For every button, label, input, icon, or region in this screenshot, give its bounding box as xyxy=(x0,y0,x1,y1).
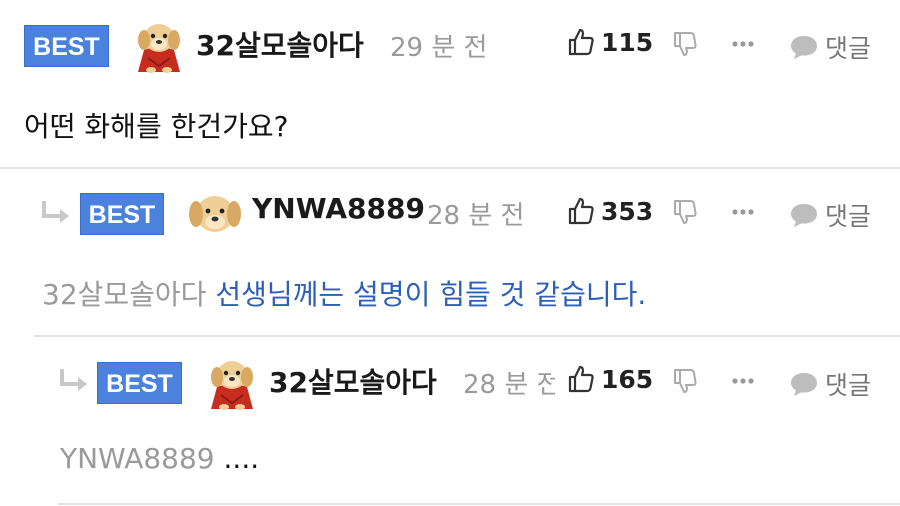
reply-label: 댓글 xyxy=(825,202,872,231)
reply-button[interactable]: 댓글 xyxy=(789,366,871,402)
like-button[interactable]: 165 xyxy=(567,364,653,394)
more-dots-icon xyxy=(732,378,754,384)
more-dots-icon xyxy=(732,209,754,215)
thumbs-up-icon xyxy=(568,365,594,393)
reply-button[interactable]: 댓글 xyxy=(789,29,871,65)
best-badge: BEST xyxy=(24,25,109,67)
reply-label: 댓글 xyxy=(825,371,872,400)
comment-text: YNWA8889 .... xyxy=(60,442,259,475)
like-button[interactable]: 115 xyxy=(567,27,653,57)
timestamp: 28 분 전 xyxy=(427,201,525,231)
mention[interactable]: 32살모솔아다 xyxy=(42,278,206,311)
reply-arrow-icon xyxy=(58,367,92,397)
comment-body: .... xyxy=(223,442,260,475)
timestamp: 29 분 전 xyxy=(390,33,488,63)
more-button[interactable] xyxy=(732,208,754,216)
puppy-in-red-cape-icon xyxy=(211,361,253,410)
thumbs-down-icon xyxy=(674,369,697,393)
puppy-face-icon xyxy=(189,196,241,232)
speech-bubble-icon xyxy=(791,373,817,396)
comment-1: BEST 32살모솔아다 29 분 전 115 댓글 어떤 화해를 한건가요? xyxy=(0,0,900,168)
nickname[interactable]: 32살모솔아다 xyxy=(269,361,437,401)
more-dots-icon xyxy=(732,41,754,47)
like-button[interactable]: 353 xyxy=(567,196,653,226)
like-count: 353 xyxy=(601,196,654,226)
comment-body: 선생님께는 설명이 힘들 것 같습니다. xyxy=(215,278,647,311)
puppy-in-red-cape-icon xyxy=(138,24,180,73)
divider xyxy=(58,503,900,505)
comment-text: 어떤 화해를 한건가요? xyxy=(24,110,289,143)
nickname[interactable]: 32살모솔아다 xyxy=(196,24,364,64)
avatar[interactable] xyxy=(186,184,244,242)
dislike-button[interactable] xyxy=(672,198,698,226)
thumbs-up-icon xyxy=(568,197,594,225)
comment-text: 32살모솔아다 선생님께는 설명이 힘들 것 같습니다. xyxy=(42,273,646,313)
thumbs-up-icon xyxy=(568,28,594,56)
comment-2: BEST YNWA8889 28 분 전 353 댓글 32살모솔아다 선생님께… xyxy=(0,169,900,336)
dislike-button[interactable] xyxy=(672,30,698,58)
speech-bubble-icon xyxy=(791,204,817,227)
thumbs-down-icon xyxy=(674,32,697,56)
comment-actions: 115 댓글 xyxy=(560,0,900,90)
thumbs-down-icon xyxy=(674,200,697,224)
best-badge: BEST xyxy=(97,362,182,404)
mention[interactable]: YNWA8889 xyxy=(60,442,215,475)
like-count: 165 xyxy=(601,364,654,394)
avatar[interactable] xyxy=(203,353,261,411)
comment-actions: 165 댓글 xyxy=(560,337,900,427)
speech-bubble-icon xyxy=(791,36,817,59)
reply-label: 댓글 xyxy=(825,34,872,63)
nickname[interactable]: YNWA8889 xyxy=(252,192,425,225)
more-button[interactable] xyxy=(732,40,754,48)
like-count: 115 xyxy=(601,27,654,57)
reply-button[interactable]: 댓글 xyxy=(789,197,871,233)
avatar[interactable] xyxy=(130,16,188,74)
comment-actions: 353 댓글 xyxy=(560,169,900,259)
more-button[interactable] xyxy=(732,377,754,385)
best-badge: BEST xyxy=(80,193,164,235)
dislike-button[interactable] xyxy=(672,367,698,395)
timestamp: 28 분 전 xyxy=(463,370,555,400)
comment-3: BEST 32살모솔아다 28 분 전 165 댓글 YNWA8889 .... xyxy=(0,337,900,505)
reply-arrow-icon xyxy=(40,199,74,229)
